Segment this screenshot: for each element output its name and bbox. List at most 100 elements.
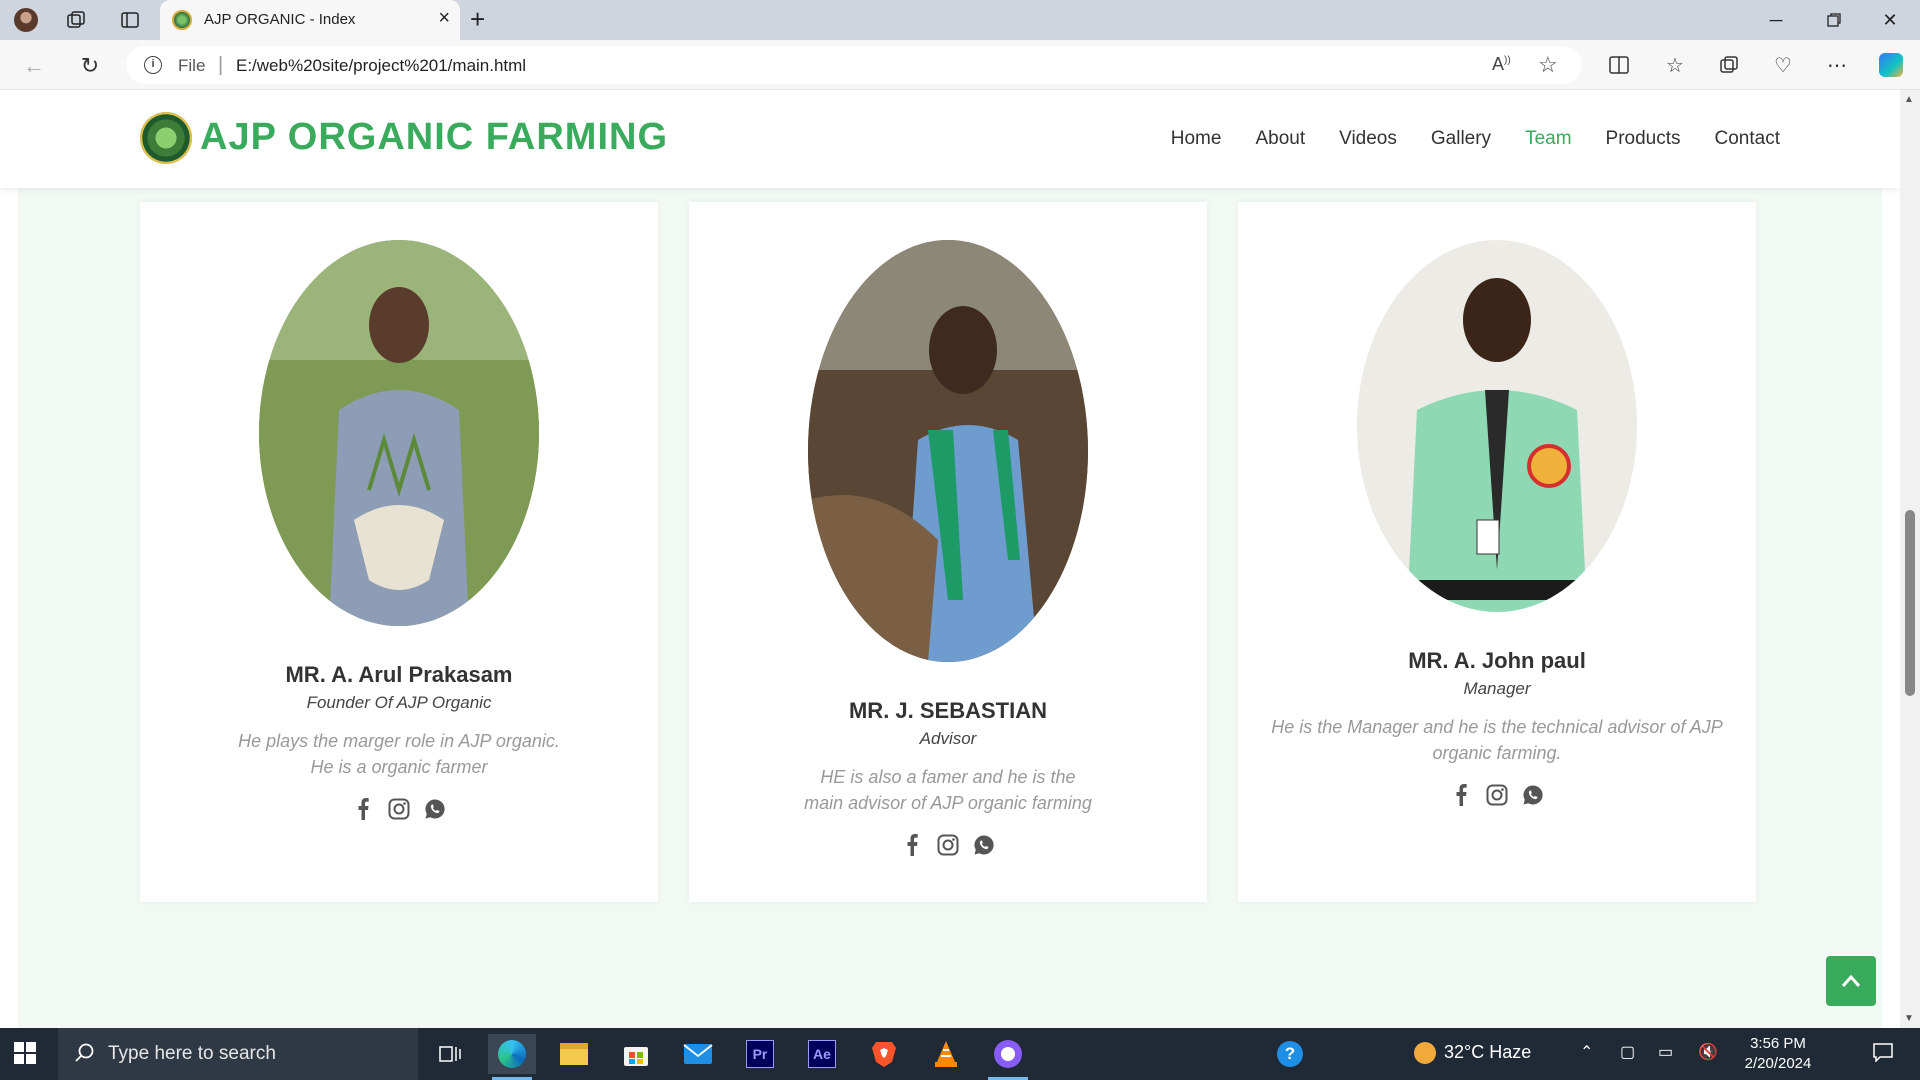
address-scheme: File <box>178 56 206 75</box>
facebook-icon[interactable] <box>899 832 925 858</box>
member-desc-line: He plays the marger role in AJP organic. <box>238 731 560 751</box>
tab-actions-icon[interactable] <box>116 6 144 34</box>
main-nav: Home About Videos Gallery Team Products … <box>1171 128 1780 150</box>
workspaces-icon[interactable] <box>62 6 90 34</box>
page-viewport: AJP ORGANIC FARMING Home About Videos Ga… <box>0 90 1900 1028</box>
clock-time: 3:56 PM <box>1750 1035 1806 1052</box>
search-icon <box>74 1042 96 1069</box>
file-explorer-icon[interactable] <box>550 1034 598 1074</box>
collections-icon[interactable] <box>1714 50 1744 80</box>
show-hidden-icons-icon[interactable]: ⌃ <box>1580 1042 1593 1062</box>
brave-browser-icon[interactable] <box>860 1034 908 1074</box>
tab-title: AJP ORGANIC - Index <box>204 11 356 28</box>
battery-icon[interactable]: ▭ <box>1658 1042 1673 1062</box>
address-separator: | <box>218 54 224 76</box>
minimize-icon[interactable]: ─ <box>1756 6 1796 34</box>
social-links <box>689 832 1207 858</box>
notifications-icon[interactable] <box>1872 1042 1894 1067</box>
windows-start-icon[interactable] <box>14 1042 36 1069</box>
browser-title-bar: AJP ORGANIC - Index × + ─ ✕ <box>0 0 1920 40</box>
facebook-icon[interactable] <box>1448 782 1474 808</box>
member-description: HE is also a famer and he is the main ad… <box>689 764 1207 816</box>
profile-avatar[interactable] <box>12 6 40 34</box>
address-bar[interactable]: i File | E:/web%20site/project%201/main.… <box>126 46 1582 84</box>
social-links <box>1238 782 1756 808</box>
new-tab-icon[interactable]: + <box>470 4 485 35</box>
member-name: MR. J. SEBASTIAN <box>848 698 1048 723</box>
weather-widget[interactable]: 32°C Haze <box>1414 1042 1532 1065</box>
nav-videos[interactable]: Videos <box>1339 128 1397 150</box>
nav-contact[interactable]: Contact <box>1715 128 1780 150</box>
member-role: Founder Of AJP Organic <box>306 693 492 712</box>
read-aloud-icon[interactable]: A)) <box>1492 54 1511 75</box>
restore-icon[interactable] <box>1814 6 1854 34</box>
member-desc-line: organic farming. <box>1432 743 1562 763</box>
taskbar-clock[interactable]: 3:56 PM 2/20/2024 <box>1736 1034 1820 1074</box>
back-to-top-button[interactable] <box>1826 956 1876 1006</box>
clock-date: 2/20/2024 <box>1744 1055 1812 1072</box>
refresh-icon[interactable]: ↻ <box>74 50 106 82</box>
close-window-icon[interactable]: ✕ <box>1870 6 1910 34</box>
premiere-pro-icon[interactable]: Pr <box>736 1034 784 1074</box>
weather-text: 32°C Haze <box>1444 1042 1532 1062</box>
site-logo-icon[interactable] <box>140 112 192 164</box>
nav-team[interactable]: Team <box>1525 128 1571 150</box>
browser-tab[interactable]: AJP ORGANIC - Index × <box>160 0 460 40</box>
volume-muted-icon[interactable]: 🔇 <box>1698 1042 1718 1062</box>
nav-gallery[interactable]: Gallery <box>1431 128 1491 150</box>
member-role: Manager <box>1463 679 1531 698</box>
member-desc-line: HE is also a famer and he is the <box>820 767 1076 787</box>
nav-home[interactable]: Home <box>1171 128 1222 150</box>
info-icon[interactable]: i <box>144 56 162 74</box>
microsoft-store-icon[interactable] <box>612 1034 660 1074</box>
vlc-icon[interactable] <box>922 1034 970 1074</box>
whatsapp-icon[interactable] <box>971 832 997 858</box>
address-url[interactable]: E:/web%20site/project%201/main.html <box>236 56 526 76</box>
help-icon[interactable]: ? <box>1266 1034 1314 1074</box>
windows-taskbar: Type here to search Pr Ae ? 32°C Haze ⌃ … <box>0 1028 1920 1080</box>
browser-essentials-icon[interactable]: ♡ <box>1768 50 1798 80</box>
whatsapp-icon[interactable] <box>422 796 448 822</box>
split-screen-icon[interactable] <box>1604 50 1634 80</box>
favorite-star-icon[interactable]: ☆ <box>1538 52 1558 78</box>
member-photo <box>1357 240 1637 612</box>
member-role: Advisor <box>919 729 977 748</box>
search-placeholder: Type here to search <box>108 1043 276 1064</box>
team-card: MR. A. John paul Manager He is the Manag… <box>1238 202 1756 902</box>
github-desktop-icon[interactable] <box>984 1034 1032 1080</box>
back-arrow-icon[interactable]: ← <box>18 50 50 82</box>
mail-icon[interactable] <box>674 1034 722 1074</box>
site-brand[interactable]: AJP ORGANIC FARMING <box>200 116 668 159</box>
member-photo <box>259 240 539 626</box>
scroll-down-icon[interactable]: ▼ <box>1904 1013 1914 1024</box>
social-links <box>140 796 658 822</box>
nav-products[interactable]: Products <box>1606 128 1681 150</box>
meet-now-icon[interactable]: ▢ <box>1620 1042 1635 1062</box>
instagram-icon[interactable] <box>1484 782 1510 808</box>
page-scrollbar[interactable]: ▲ ▼ <box>1900 90 1920 1028</box>
nav-about[interactable]: About <box>1255 128 1305 150</box>
member-desc-line: He is a organic farmer <box>310 757 488 777</box>
whatsapp-icon[interactable] <box>1520 782 1546 808</box>
member-name: MR. A. Arul Prakasam <box>285 662 513 687</box>
site-header: AJP ORGANIC FARMING Home About Videos Ga… <box>0 90 1900 188</box>
instagram-icon[interactable] <box>935 832 961 858</box>
more-options-icon[interactable]: ⋯ <box>1822 50 1852 80</box>
scrollbar-thumb[interactable] <box>1905 510 1915 696</box>
member-photo <box>808 240 1088 662</box>
edge-taskbar-icon[interactable] <box>488 1034 536 1080</box>
taskbar-search-box[interactable]: Type here to search <box>58 1028 418 1080</box>
chevron-up-icon <box>1841 974 1861 987</box>
facebook-icon[interactable] <box>350 796 376 822</box>
instagram-icon[interactable] <box>386 796 412 822</box>
scroll-up-icon[interactable]: ▲ <box>1904 94 1914 105</box>
task-view-icon[interactable] <box>426 1034 474 1074</box>
member-name: MR. A. John paul <box>1408 648 1586 673</box>
favorites-icon[interactable]: ☆ <box>1660 50 1690 80</box>
member-desc-line: He is the Manager and he is the technica… <box>1271 717 1723 737</box>
copilot-icon[interactable] <box>1876 50 1906 80</box>
after-effects-icon[interactable]: Ae <box>798 1034 846 1074</box>
member-description: He plays the marger role in AJP organic.… <box>140 728 658 780</box>
close-tab-icon[interactable]: × <box>438 7 450 30</box>
member-description: He is the Manager and he is the technica… <box>1238 714 1756 766</box>
